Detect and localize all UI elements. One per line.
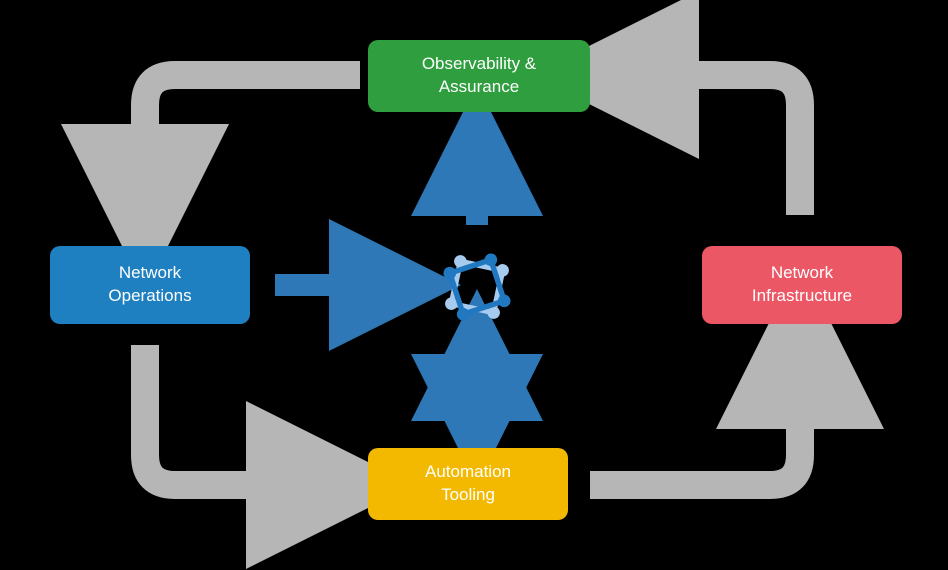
node-infrastructure: NetworkInfrastructure: [702, 246, 902, 324]
arrow-operations-to-automation: [145, 345, 330, 485]
node-operations-label: NetworkOperations: [108, 262, 191, 308]
node-automation: AutomationTooling: [368, 448, 568, 520]
node-operations: NetworkOperations: [50, 246, 250, 324]
source-of-truth-icon: [432, 242, 522, 332]
arrow-automation-to-infrastructure: [590, 345, 800, 485]
node-observability-label: Observability &Assurance: [422, 53, 536, 99]
arrow-observability-to-operations: [145, 75, 360, 208]
node-automation-label: AutomationTooling: [425, 461, 511, 507]
arrow-infrastructure-to-observability: [615, 75, 800, 215]
node-infrastructure-label: NetworkInfrastructure: [752, 262, 852, 308]
node-observability: Observability &Assurance: [368, 40, 590, 112]
